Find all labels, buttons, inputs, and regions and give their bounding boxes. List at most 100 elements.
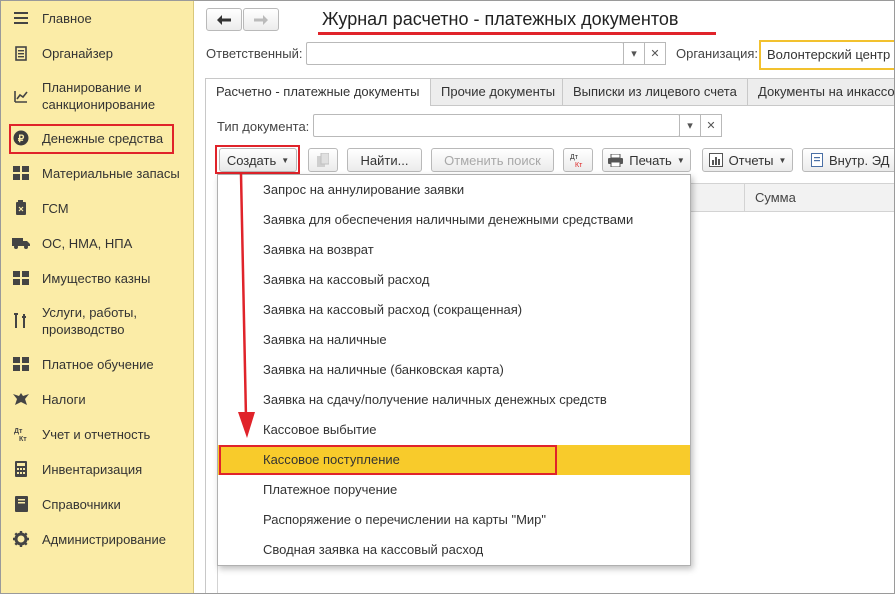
menu-item-consolidated-cash-expense-request[interactable]: Сводная заявка на кассовый расход bbox=[218, 535, 690, 565]
document-icon bbox=[811, 153, 823, 167]
svg-text:Кт: Кт bbox=[19, 436, 27, 442]
tab-collection-documents[interactable]: Документы на инкассо bbox=[747, 78, 895, 105]
sidebar-item-fixed-assets[interactable]: ОС, НМА, НПА bbox=[0, 234, 194, 252]
organization-label: Организация: bbox=[676, 46, 759, 61]
sidebar-item-references[interactable]: Справочники bbox=[0, 495, 194, 513]
sidebar-item-label: Органайзер bbox=[42, 45, 113, 61]
chevron-down-icon: ▾ bbox=[631, 48, 637, 60]
sidebar-item-label: Налоги bbox=[42, 391, 86, 407]
create-dropdown-menu: Запрос на аннулирование заявки Заявка дл… bbox=[217, 174, 691, 566]
sidebar-item-education[interactable]: Платное обучение bbox=[0, 355, 194, 373]
sidebar-item-main[interactable]: Главное bbox=[0, 9, 194, 27]
sidebar-item-planning[interactable]: Планирование и санкционирование bbox=[0, 79, 194, 113]
sidebar-item-accounting[interactable]: Дт Кт Учет и отчетность bbox=[0, 425, 194, 443]
print-button[interactable]: Печать ▼ bbox=[602, 148, 691, 172]
close-icon: ✕ bbox=[706, 120, 716, 132]
doc-type-field[interactable] bbox=[313, 114, 680, 137]
responsible-clear-button[interactable]: ✕ bbox=[644, 42, 666, 65]
tab-account-statements[interactable]: Выписки из лицевого счета bbox=[562, 78, 748, 105]
reports-icon bbox=[708, 153, 723, 167]
sidebar-item-organizer[interactable]: Органайзер bbox=[0, 44, 194, 62]
menu-item-cash-provision-request[interactable]: Заявка для обеспечения наличными денежны… bbox=[218, 205, 690, 235]
internal-ed-button[interactable]: Внутр. ЭД bbox=[802, 148, 895, 172]
back-button[interactable] bbox=[206, 8, 242, 31]
copy-button[interactable] bbox=[308, 148, 338, 172]
responsible-label: Ответственный: bbox=[206, 46, 303, 61]
tab-payment-documents[interactable]: Расчетно - платежные документы bbox=[205, 78, 431, 106]
page-title: Журнал расчетно - платежных документов bbox=[322, 9, 679, 29]
internal-ed-button-label: Внутр. ЭД bbox=[829, 152, 890, 168]
eagle-icon bbox=[12, 390, 30, 408]
doc-type-dropdown-button[interactable]: ▾ bbox=[679, 114, 701, 137]
sidebar-item-label: Планирование и санкционирование bbox=[42, 80, 156, 112]
menu-item-cash-expense-request[interactable]: Заявка на кассовый расход bbox=[218, 265, 690, 295]
sidebar-item-label: Имущество казны bbox=[42, 270, 151, 286]
menu-item-mir-card-transfer-order[interactable]: Распоряжение о перечислении на карты "Ми… bbox=[218, 505, 690, 535]
debit-credit-icon: ДтКт bbox=[570, 154, 583, 168]
panel-left-border bbox=[205, 105, 206, 594]
education-icon bbox=[12, 355, 30, 373]
organizer-icon bbox=[12, 44, 30, 62]
menu-item-cash-deposit-withdrawal-request[interactable]: Заявка на сдачу/получение наличных денеж… bbox=[218, 385, 690, 415]
menu-item-cash-disposal[interactable]: Кассовое выбытие bbox=[218, 415, 690, 445]
sidebar-item-inventory[interactable]: Инвентаризация bbox=[0, 460, 194, 478]
menu-item-cash-request-bank-card[interactable]: Заявка на наличные (банковская карта) bbox=[218, 355, 690, 385]
sidebar-item-services[interactable]: Услуги, работы, производство bbox=[0, 304, 194, 338]
sidebar-item-taxes[interactable]: Налоги bbox=[0, 390, 194, 408]
dtkt-button[interactable]: Дт Кт bbox=[563, 148, 593, 172]
chevron-down-icon: ▼ bbox=[778, 155, 787, 165]
sidebar-item-label: Услуги, работы, производство bbox=[42, 305, 137, 337]
sidebar-item-label: Администрирование bbox=[42, 531, 166, 547]
chevron-down-icon: ▼ bbox=[676, 155, 685, 165]
tools-icon bbox=[12, 312, 30, 330]
forward-button[interactable] bbox=[243, 8, 279, 31]
menu-item-cash-expense-request-short[interactable]: Заявка на кассовый расход (сокращенная) bbox=[218, 295, 690, 325]
sidebar-item-label: Учет и отчетность bbox=[42, 426, 151, 442]
menu-item-payment-order[interactable]: Платежное поручение bbox=[218, 475, 690, 505]
gear-icon bbox=[12, 530, 30, 548]
menu-icon bbox=[12, 9, 30, 27]
sidebar: Главное Органайзер Планирование и санкци… bbox=[0, 0, 194, 594]
title-underline bbox=[318, 32, 716, 35]
responsible-dropdown-button[interactable]: ▾ bbox=[623, 42, 645, 65]
chevron-down-icon: ▾ bbox=[687, 120, 693, 132]
svg-text:Дт: Дт bbox=[570, 154, 579, 161]
menu-item-refund-request[interactable]: Заявка на возврат bbox=[218, 235, 690, 265]
create-highlight-frame bbox=[215, 145, 300, 174]
reports-button[interactable]: Отчеты ▼ bbox=[702, 148, 793, 172]
printer-icon bbox=[608, 153, 624, 167]
sidebar-item-label: Платное обучение bbox=[42, 356, 154, 372]
print-button-label: Печать bbox=[629, 152, 672, 168]
column-header-sum[interactable]: Сумма bbox=[755, 190, 796, 205]
fuel-icon bbox=[12, 199, 30, 217]
planning-icon bbox=[12, 87, 30, 105]
arrow-left-icon bbox=[217, 14, 231, 25]
column-divider bbox=[744, 184, 745, 211]
book-icon bbox=[12, 495, 30, 513]
sidebar-item-label: Инвентаризация bbox=[42, 461, 143, 477]
sidebar-item-label: ОС, НМА, НПА bbox=[42, 235, 133, 251]
calculator-icon bbox=[12, 460, 30, 478]
truck-icon bbox=[12, 234, 30, 252]
find-button[interactable]: Найти... bbox=[347, 148, 422, 172]
menu-item-cancel-request[interactable]: Запрос на аннулирование заявки bbox=[218, 175, 690, 205]
menu-item-cash-request[interactable]: Заявка на наличные bbox=[218, 325, 690, 355]
svg-text:Кт: Кт bbox=[575, 162, 583, 168]
sidebar-item-admin[interactable]: Администрирование bbox=[0, 530, 194, 548]
sidebar-item-label: ГСМ bbox=[42, 200, 69, 216]
sidebar-item-label: Главное bbox=[42, 10, 92, 26]
organization-field[interactable]: Волонтерский центр bbox=[759, 40, 895, 70]
sidebar-item-treasury[interactable]: Имущество казны bbox=[0, 269, 194, 287]
sidebar-item-label: Материальные запасы bbox=[42, 165, 180, 181]
cancel-search-button[interactable]: Отменить поиск bbox=[431, 148, 554, 172]
doc-type-label: Тип документа: bbox=[217, 119, 310, 134]
materials-icon bbox=[12, 164, 30, 182]
responsible-field[interactable] bbox=[306, 42, 624, 65]
sidebar-item-fuel[interactable]: ГСМ bbox=[0, 199, 194, 217]
doc-type-clear-button[interactable]: ✕ bbox=[700, 114, 722, 137]
tab-other-documents[interactable]: Прочие документы bbox=[430, 78, 563, 105]
sidebar-item-materials[interactable]: Материальные запасы bbox=[0, 164, 194, 182]
svg-text:Дт: Дт bbox=[14, 428, 23, 435]
selected-item-highlight-frame bbox=[219, 445, 557, 475]
reports-button-label: Отчеты bbox=[728, 152, 774, 168]
